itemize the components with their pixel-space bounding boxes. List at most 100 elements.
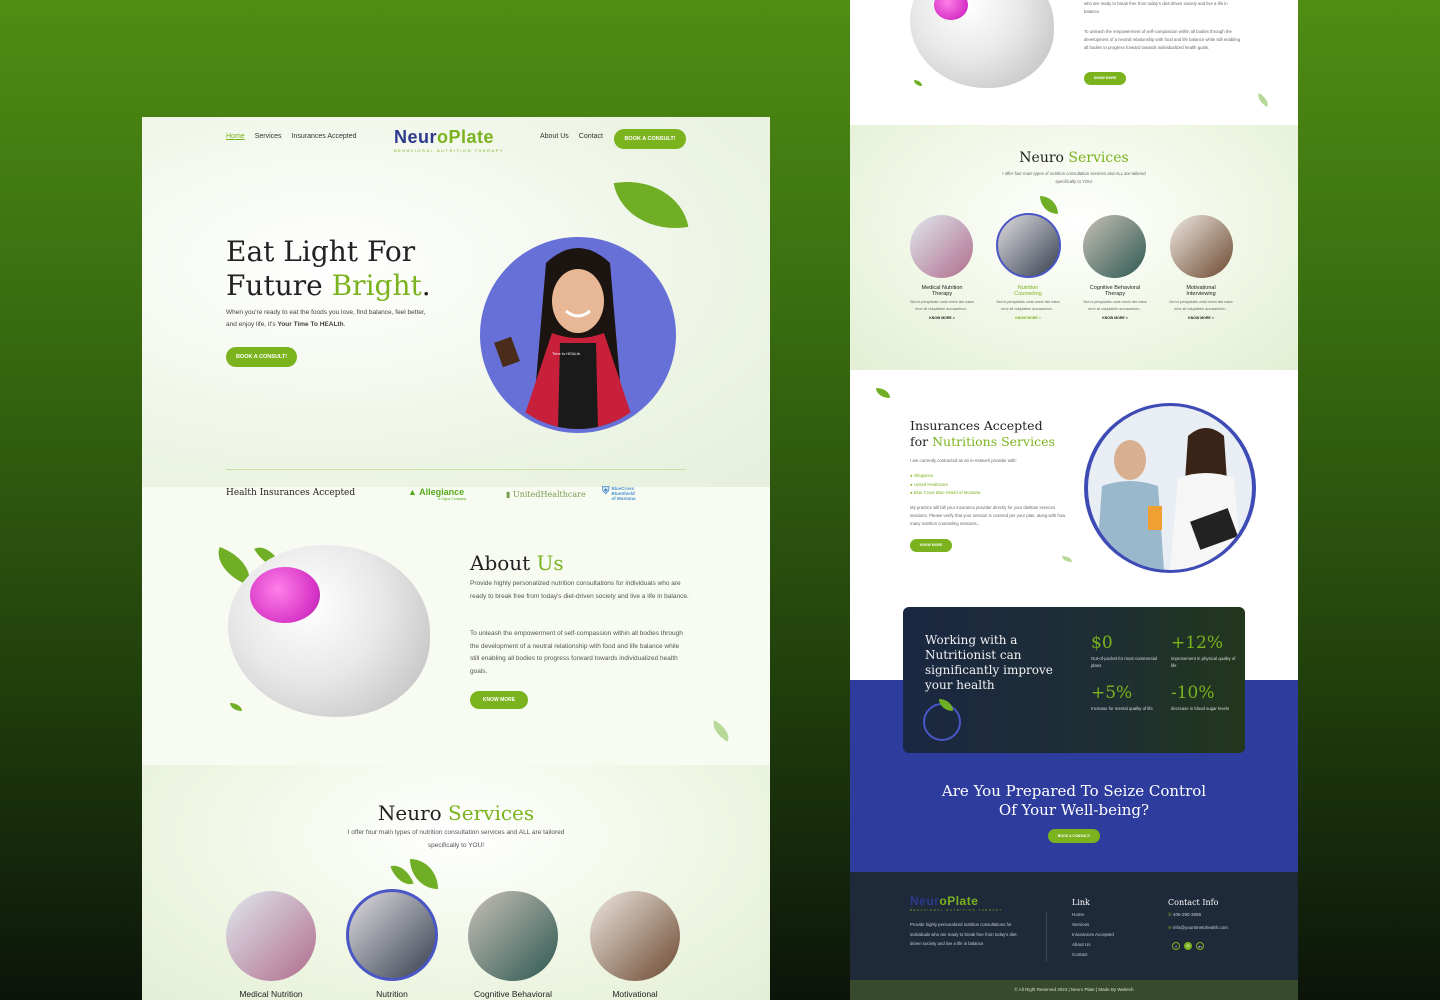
stat-value: +5% (1091, 683, 1133, 703)
hero-bright: Bright (331, 269, 422, 302)
service-image-motivational[interactable] (590, 891, 680, 981)
stat-value: $0 (1091, 633, 1113, 653)
logo-neuro: Neur (910, 894, 940, 908)
hero-title: Eat Light For Future Bright. (226, 235, 431, 303)
insurance-title-l1: Insurances Accepted (910, 418, 1043, 433)
about-title-a: About (470, 551, 537, 575)
service-label[interactable]: Medical Nutrition (211, 989, 331, 999)
insurance-body: My practice will bill your insurance pro… (910, 505, 1066, 526)
footer-link-about[interactable]: About Us (1072, 942, 1091, 947)
about-paragraph-2: To unleash the empowerment of self-compa… (1084, 29, 1240, 50)
email-text: info@yourtimetohealth.com (1173, 925, 1228, 930)
bcbs-shield-icon: ⛨ (602, 486, 610, 497)
service-image-motivational[interactable] (1170, 215, 1233, 278)
unitedhealthcare-logo: ▮ UnitedHealthcare (506, 490, 586, 499)
nav-services[interactable]: Services (255, 133, 282, 140)
service-desc: Sed ut perspiciatis unde omnis iste natu… (1169, 300, 1233, 311)
service-image-nutrition[interactable] (346, 889, 438, 981)
logo[interactable]: NeuroPlate BEHAVIORAL NUTRITION THERAPY (394, 127, 504, 153)
services-title-b: Services (448, 801, 535, 825)
nav-right: About Us Contact (540, 133, 613, 140)
cta-line1: Are You Prepared To Seize Control (941, 782, 1207, 800)
hero-person-image (486, 243, 670, 429)
insurance-name: United Healthcare (913, 481, 949, 487)
nav-left: Home Services Insurances Accepted (226, 133, 367, 140)
service-know-more-link[interactable]: KNOW MORE > (1075, 316, 1155, 320)
nav-book-consult-button[interactable]: BOOK A CONSULT! (614, 129, 686, 149)
stat-value: +12% (1171, 633, 1224, 653)
service-title-2: Therapy (1104, 291, 1126, 297)
allegiance-icon: ▲ (408, 487, 417, 497)
footer-email[interactable]: ✉ info@yourtimetohealth.com (1168, 925, 1228, 931)
instagram-icon[interactable]: ◎ (1184, 942, 1192, 950)
footer-phone[interactable]: ✆ 406-290-3086 (1168, 912, 1201, 918)
footer-divider (1046, 912, 1047, 962)
footer-about: Provide highly personalized nutrition co… (910, 922, 1018, 946)
stat-value: -10% (1171, 683, 1215, 703)
bcbs-logo: ⛨ BlueCross BlueShield of Montana (602, 486, 649, 501)
footer-logo[interactable]: NeuroPlate BEHAVIORAL NUTRITION THERAPY (910, 894, 1003, 912)
cta-book-consult-button[interactable]: BOOK A CONSULT! (1048, 829, 1100, 843)
footer-link-services[interactable]: Services (1072, 922, 1089, 927)
hero-paragraph: When you're ready to eat the foods you l… (226, 307, 426, 331)
landing-page-hero-panel: Home Services Insurances Accepted NeuroPla… (142, 117, 770, 1000)
services-subtitle: I offer four main types of nutrition con… (347, 829, 565, 849)
hero-book-consult-button[interactable]: BOOK A CONSULT! (226, 347, 297, 367)
service-card: Nutrition Counseling Sed ut perspiciatis… (988, 285, 1068, 320)
service-know-more-link[interactable]: KNOW MORE > (902, 316, 982, 320)
service-card: Motivational Interviewing Sed ut perspic… (1161, 285, 1241, 320)
hero-title-line2: Future Bright. (226, 269, 431, 303)
footer-link-insurances[interactable]: Insurances Accepted (1072, 932, 1114, 937)
nav-home[interactable]: Home (226, 133, 245, 140)
logo-plate: Plate (947, 894, 979, 908)
nav-insurances[interactable]: Insurances Accepted (292, 133, 357, 140)
services-title-b: Services (1068, 150, 1129, 166)
service-label[interactable]: Nutrition (332, 989, 452, 999)
hero-future: Future (226, 269, 332, 302)
service-know-more-link[interactable]: KNOW MORE > (988, 316, 1068, 320)
about-know-more-button[interactable]: KNOW MORE (1084, 72, 1126, 85)
stat-label: Out-of-pocket for most commercial plans (1091, 656, 1157, 668)
facebook-icon[interactable]: f (1172, 942, 1180, 950)
about-paragraph-1: Provide highly personalized nutrition co… (470, 580, 689, 600)
insurance-name: Blue Cross Blue Shield of Montana (913, 490, 981, 495)
stats-heading: Working with a Nutritionist can signific… (925, 633, 1053, 692)
hero-period: . (421, 269, 431, 302)
service-image-nutrition[interactable] (996, 213, 1061, 278)
service-image-cognitive[interactable] (468, 891, 558, 981)
logo-neuro: Neur (394, 127, 438, 147)
service-label[interactable]: Motivational (575, 989, 695, 999)
footer-link-home[interactable]: Home (1072, 912, 1084, 917)
insurance-list-item: ● Allegiance (910, 473, 934, 478)
service-card: Medical Nutrition Therapy Sed ut perspic… (902, 285, 982, 320)
service-desc: Sed ut perspiciatis unde omnis iste natu… (996, 300, 1060, 311)
service-know-more-link[interactable]: KNOW MORE > (1161, 316, 1241, 320)
insurance-name: Allegiance (913, 473, 934, 478)
stat-label: Increase for mental quality of life (1091, 706, 1153, 711)
nav-contact[interactable]: Contact (579, 133, 603, 140)
nav-about[interactable]: About Us (540, 133, 569, 140)
hero-p-end: . (343, 321, 346, 328)
footer-contact-title: Contact Info (1168, 898, 1219, 907)
service-image-cognitive[interactable] (1083, 215, 1146, 278)
cta-heading: Are You Prepared To Seize Control Of You… (850, 782, 1298, 820)
cta-line2: Of Your Well-being? (998, 801, 1150, 819)
about-title-b: Us (536, 551, 564, 575)
service-image-medical[interactable] (226, 891, 316, 981)
leaf-icon (230, 703, 242, 711)
allegiance-text: Allegiance (419, 487, 465, 497)
service-label[interactable]: Cognitive Behavioral (453, 989, 573, 999)
footer-link-contact[interactable]: Contact (1072, 952, 1088, 957)
stat-item: +5% Increase for mental quality of life (1091, 683, 1161, 712)
insurance-doctor-image (1088, 406, 1252, 570)
service-image-medical[interactable] (910, 215, 973, 278)
logo-tagline: BEHAVIORAL NUTRITION THERAPY (394, 148, 504, 153)
linkedin-icon[interactable]: in (1196, 942, 1204, 950)
insurance-title: Insurances Accepted for Nutritions Servi… (910, 418, 1055, 450)
stats-card: Working with a Nutritionist can signific… (903, 607, 1245, 753)
insurance-know-more-button[interactable]: KNOW MORE (910, 539, 952, 552)
stat-item: $0 Out-of-pocket for most commercial pla… (1091, 633, 1161, 669)
insurance-list: ● Allegiance ● United Healthcare ● Blue … (910, 472, 980, 498)
about-know-more-button[interactable]: KNOW MORE (470, 691, 528, 709)
allegiance-sub: A Cigna Company (438, 497, 467, 501)
